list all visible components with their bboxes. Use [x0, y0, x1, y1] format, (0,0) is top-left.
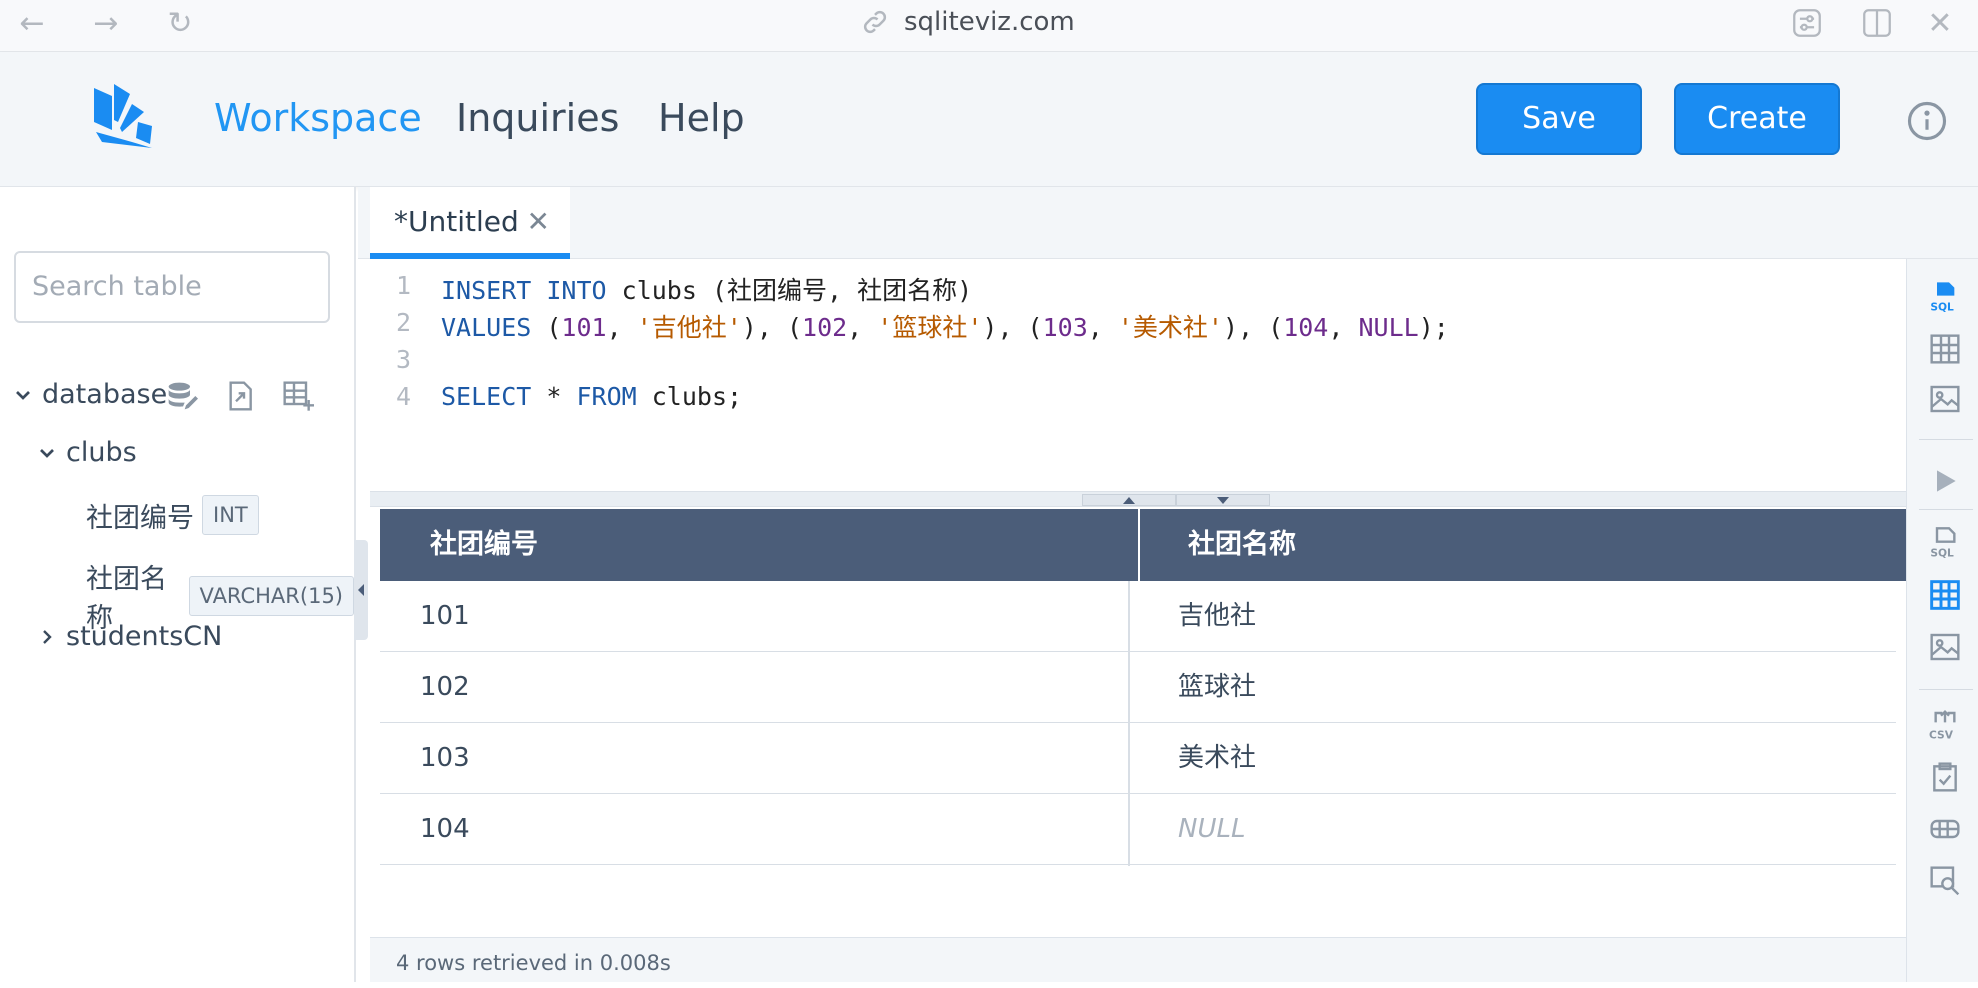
table-header: 社团编号 社团名称: [380, 509, 1906, 581]
column-item: 社团编号 INT: [86, 495, 259, 535]
results-table: 社团编号 社团名称 101 吉他社 102 篮球社 103 美术社 104 NU…: [370, 507, 1906, 937]
close-tab-icon[interactable]: ✕: [527, 187, 550, 257]
status-bar: 4 rows retrieved in 0.008s: [370, 937, 1906, 982]
table-cell: 104: [420, 814, 470, 844]
save-button[interactable]: Save: [1476, 83, 1642, 155]
export-csv-icon[interactable]: CSV: [1929, 709, 1961, 741]
chevron-right-icon: [43, 629, 52, 644]
table-row: 104 NULL: [380, 794, 1896, 865]
nav-inquiries[interactable]: Inquiries: [456, 96, 619, 140]
sql-editor[interactable]: 1 2 3 4 INSERT INTO clubs (社团编号, 社团名称) V…: [370, 259, 1906, 491]
url-text: sqliteviz.com: [904, 7, 1075, 37]
query-tabs: *Untitled ✕: [358, 187, 1978, 259]
line-number: 2: [396, 308, 412, 337]
table-cell: 101: [420, 601, 470, 631]
database-label: database: [42, 379, 168, 410]
svg-text:CSV: CSV: [1929, 728, 1954, 741]
search-table-input[interactable]: Search table: [14, 251, 330, 323]
line-number: 1: [396, 271, 412, 300]
sql-icon[interactable]: SQL: [1929, 527, 1961, 559]
collapse-up-icon[interactable]: [1082, 494, 1176, 506]
table-row: 103 美术社: [380, 723, 1896, 794]
column-type-badge: VARCHAR(15): [188, 576, 354, 616]
table-cell: 美术社: [1178, 743, 1257, 773]
svg-text:SQL: SQL: [1930, 300, 1954, 313]
table-row: 101 吉他社: [380, 581, 1896, 652]
run-icon[interactable]: [1929, 465, 1961, 497]
table-node-clubs[interactable]: clubs: [38, 437, 137, 468]
link-icon: [863, 10, 887, 34]
collapse-down-icon[interactable]: [1176, 494, 1270, 506]
collapse-left-icon: [358, 584, 364, 596]
table-row: 102 篮球社: [380, 652, 1896, 723]
forward-icon[interactable]: →: [88, 6, 124, 42]
table-name: clubs: [66, 437, 137, 468]
create-button[interactable]: Create: [1674, 83, 1840, 155]
rail-separator: [1919, 509, 1973, 510]
tab-untitled[interactable]: *Untitled ✕: [370, 187, 570, 259]
rail-separator: [1919, 439, 1973, 440]
schema-sidebar: Search table database clubs 社团编号 INT 社团名…: [0, 187, 356, 982]
table-cell: 102: [420, 672, 470, 702]
line-number: 3: [396, 345, 412, 374]
split-view-icon[interactable]: [1860, 6, 1894, 40]
reload-icon[interactable]: ↻: [162, 6, 198, 42]
header-divider: [1138, 509, 1140, 581]
close-window-icon[interactable]: ✕: [1922, 6, 1958, 42]
svg-text:SQL: SQL: [1930, 546, 1954, 559]
chevron-down-icon: [16, 390, 30, 400]
sql-icon[interactable]: SQL: [1929, 281, 1961, 313]
column-type-badge: INT: [202, 495, 259, 535]
export-database-icon[interactable]: [224, 379, 256, 413]
site-settings-icon[interactable]: [1790, 6, 1824, 40]
table-cell: 103: [420, 743, 470, 773]
table-view-icon[interactable]: [1929, 579, 1961, 611]
sqliteviz-logo-icon[interactable]: [92, 82, 156, 148]
table-cell: 吉他社: [1178, 601, 1257, 631]
column-header[interactable]: 社团编号: [430, 509, 538, 581]
chevron-down-icon: [40, 448, 54, 458]
code-line: VALUES (101, '吉他社'), (102, '篮球社'), (103,…: [441, 313, 1449, 342]
info-icon[interactable]: [1906, 100, 1948, 142]
nav-help[interactable]: Help: [658, 96, 745, 140]
table-name: studentsCN: [66, 621, 223, 652]
add-table-icon[interactable]: [282, 379, 314, 413]
column-header[interactable]: 社团名称: [1188, 509, 1296, 581]
rail-separator: [1919, 689, 1973, 690]
image-icon[interactable]: [1929, 383, 1961, 415]
code-line: INSERT INTO clubs (社团编号, 社团名称): [441, 276, 973, 305]
browser-toolbar: ← → ↻ sqliteviz.com ✕: [0, 0, 1978, 52]
nav-workspace[interactable]: Workspace: [214, 96, 422, 140]
clipboard-icon[interactable]: [1929, 761, 1961, 793]
search-icon[interactable]: [1929, 865, 1961, 897]
code-line: SELECT * FROM clubs;: [441, 382, 743, 411]
address-bar[interactable]: sqliteviz.com: [860, 4, 1075, 40]
app-header: Workspace Inquiries Help Save Create: [0, 52, 1978, 187]
back-icon[interactable]: ←: [14, 6, 50, 42]
image-icon[interactable]: [1929, 631, 1961, 663]
edit-database-icon[interactable]: [166, 379, 198, 413]
table-node-studentscn[interactable]: studentsCN: [38, 621, 222, 652]
pivot-icon[interactable]: [1929, 813, 1961, 845]
column-divider: [1128, 581, 1130, 866]
table-view-icon[interactable]: [1929, 333, 1961, 365]
tab-title: *Untitled: [394, 205, 519, 238]
tool-rail: SQL SQL CSV: [1906, 259, 1978, 982]
column-name: 社团编号: [86, 502, 194, 534]
database-node[interactable]: database: [14, 379, 167, 410]
null-cell: NULL: [1178, 814, 1246, 844]
editor-results-splitter[interactable]: [370, 491, 1906, 507]
table-cell: 篮球社: [1178, 672, 1257, 702]
line-number: 4: [396, 382, 412, 411]
sidebar-resize-handle[interactable]: [354, 540, 368, 640]
